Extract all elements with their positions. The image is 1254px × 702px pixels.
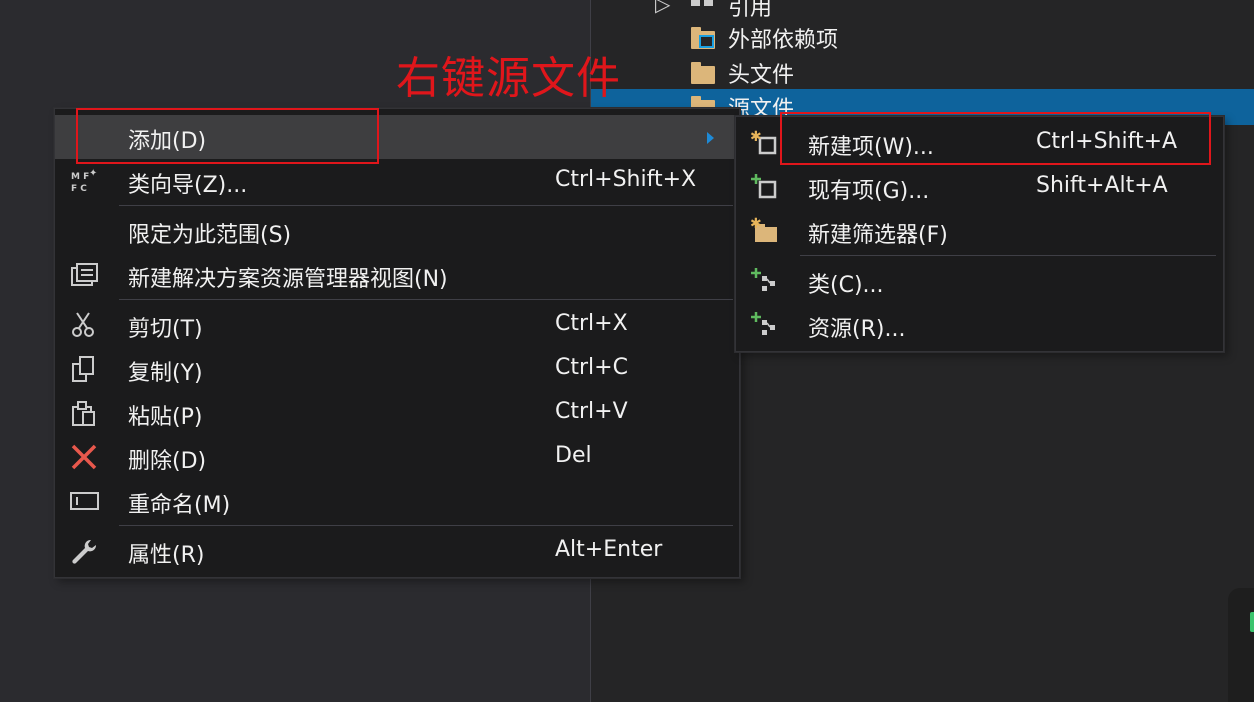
- menu-item-label: 粘贴(P): [128, 405, 203, 430]
- menu-item-copy[interactable]: 复制(Y) Ctrl+C: [55, 347, 739, 391]
- menu-separator: [119, 525, 733, 526]
- new-folder-icon: ✱: [750, 217, 780, 245]
- new-view-icon: [69, 261, 99, 289]
- tree-item-label: 头文件: [728, 63, 795, 88]
- submenu-item-label: 新建筛选器(F): [808, 223, 948, 248]
- menu-item-properties[interactable]: 属性(R) Alt+Enter: [55, 529, 739, 573]
- submenu-item-label: 类(C)...: [808, 273, 884, 298]
- tree-item-header-files[interactable]: 头文件: [591, 55, 1254, 91]
- status-indicator-icon: [1250, 612, 1254, 632]
- menu-item-label: 重命名(M): [128, 493, 231, 518]
- menu-item-rename[interactable]: 重命名(M): [55, 479, 739, 523]
- tree-item-label: 引用: [728, 0, 773, 21]
- svg-text:M F: M F: [71, 172, 89, 182]
- new-item-icon: ✱: [750, 129, 780, 157]
- submenu-arrow-icon: [707, 132, 714, 144]
- annotation-text: 右键源文件: [396, 53, 621, 104]
- side-panel-tab[interactable]: [1228, 588, 1254, 702]
- folder-link-icon: [689, 26, 717, 50]
- svg-text:✦: ✦: [89, 168, 97, 179]
- tree-item-external-dependencies[interactable]: 外部依赖项: [591, 20, 1254, 56]
- scissors-icon: [69, 311, 99, 339]
- menu-item-label: 类向导(Z)...: [128, 173, 248, 198]
- annotation-box-add: [76, 108, 379, 164]
- wrench-icon: [69, 537, 99, 565]
- paste-icon: [69, 399, 99, 427]
- submenu-item-label: 现有项(G)...: [808, 179, 930, 204]
- submenu-item-class[interactable]: 类(C)...: [736, 259, 1223, 303]
- menu-item-label: 删除(D): [128, 449, 207, 474]
- menu-item-class-wizard[interactable]: M F F C ✦ 类向导(Z)... Ctrl+Shift+X: [55, 159, 739, 203]
- menu-item-label: 新建解决方案资源管理器视图(N): [128, 267, 448, 292]
- tree-item-label: 外部依赖项: [728, 28, 839, 53]
- menu-separator: [119, 299, 733, 300]
- submenu-item-label: 资源(R)...: [808, 317, 906, 342]
- menu-item-shortcut: Ctrl+Shift+X: [555, 167, 697, 192]
- menu-item-delete[interactable]: 删除(D) Del: [55, 435, 739, 479]
- add-resource-icon: [750, 311, 780, 339]
- menu-item-label: 剪切(T): [128, 317, 203, 342]
- submenu-item-existing-item[interactable]: 现有项(G)... Shift+Alt+A: [736, 165, 1223, 209]
- menu-separator: [119, 205, 733, 206]
- menu-item-shortcut: Alt+Enter: [555, 537, 663, 562]
- rename-icon: [69, 487, 99, 515]
- add-class-icon: [750, 267, 780, 295]
- menu-item-label: 复制(Y): [128, 361, 203, 386]
- menu-item-shortcut: Del: [555, 443, 592, 468]
- annotation-box-new-item: [780, 112, 1211, 165]
- menu-item-shortcut: Ctrl+V: [555, 399, 628, 424]
- expand-chevron-icon[interactable]: ▷: [655, 0, 670, 16]
- submenu-item-shortcut: Shift+Alt+A: [1036, 173, 1168, 198]
- menu-item-shortcut: Ctrl+C: [555, 355, 628, 380]
- submenu-item-new-filter[interactable]: ✱ 新建筛选器(F): [736, 209, 1223, 253]
- mfc-class-wizard-icon: M F F C ✦: [69, 167, 99, 195]
- menu-item-shortcut: Ctrl+X: [555, 311, 628, 336]
- menu-item-new-solution-explorer-view[interactable]: 新建解决方案资源管理器视图(N): [55, 253, 739, 297]
- references-icon: ▷: [655, 0, 717, 18]
- add-existing-icon: [750, 173, 780, 201]
- svg-text:✱: ✱: [750, 129, 762, 145]
- menu-separator: [800, 255, 1216, 256]
- copy-icon: [69, 355, 99, 383]
- menu-item-scope-to-this[interactable]: 限定为此范围(S): [55, 209, 739, 253]
- menu-item-label: 限定为此范围(S): [128, 223, 292, 248]
- context-menu: 添加(D) M FF C ✦ 类向导(Z)... Ctrl+Shift+X 限定为…: [54, 108, 740, 578]
- menu-item-cut[interactable]: 剪切(T) Ctrl+X: [55, 303, 739, 347]
- folder-icon: [689, 61, 717, 85]
- submenu-item-resource[interactable]: 资源(R)...: [736, 303, 1223, 347]
- delete-x-icon: [69, 443, 99, 471]
- menu-item-paste[interactable]: 粘贴(P) Ctrl+V: [55, 391, 739, 435]
- svg-text:✱: ✱: [750, 217, 762, 232]
- menu-item-label: 属性(R): [128, 543, 205, 568]
- svg-text:F C: F C: [71, 184, 87, 194]
